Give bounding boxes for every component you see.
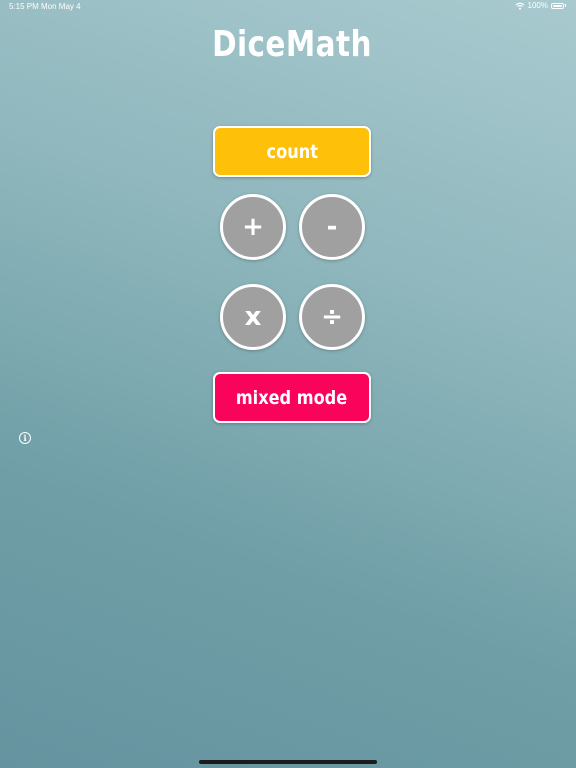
battery-icon [551,2,564,9]
status-indicators: 100% [515,1,566,10]
subtraction-button[interactable]: - [299,194,365,260]
mixed-mode-button[interactable]: mixed mode [213,372,371,423]
count-button[interactable]: count [213,126,371,177]
home-indicator[interactable] [199,760,377,764]
battery-level [553,4,562,7]
status-date: Mon May 4 [41,2,81,11]
status-time: 5:15 PM [9,2,39,11]
info-icon[interactable]: i [19,432,31,444]
status-bar: 5:15 PM Mon May 4 100% [0,0,576,14]
plus-icon: + [242,212,264,242]
info-glyph: i [23,433,27,443]
count-button-label: count [266,140,318,163]
minus-icon: - [326,212,338,242]
divide-icon: ÷ [321,302,343,332]
mixed-mode-button-label: mixed mode [236,386,348,409]
addition-button[interactable]: + [220,194,286,260]
multiply-icon: x [244,302,262,332]
battery-percent: 100% [527,1,548,10]
wifi-icon [515,2,524,10]
battery-tip [565,4,566,7]
app-title: DiceMath [212,24,372,65]
multiplication-button[interactable]: x [220,284,286,350]
division-button[interactable]: ÷ [299,284,365,350]
